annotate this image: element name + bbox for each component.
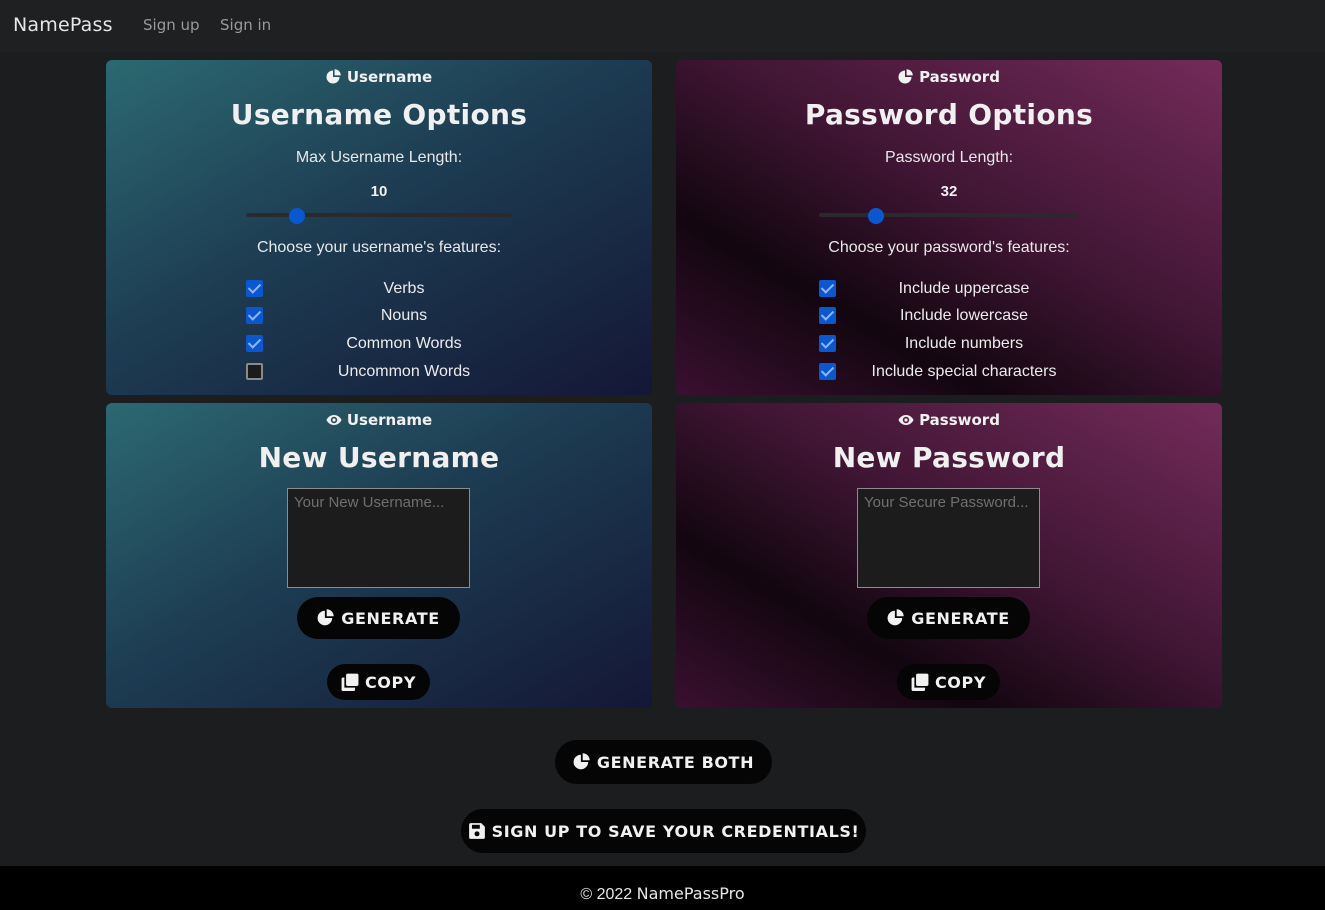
uncommon-words-checkbox[interactable] (246, 363, 263, 380)
copy-icon (341, 673, 359, 691)
password-options-tag-label: Password (919, 68, 1000, 86)
password-length-slider[interactable] (819, 208, 1077, 224)
generate-both-button[interactable]: GENERATE BOTH (555, 740, 772, 784)
lowercase-label: Include lowercase (899, 307, 1029, 324)
generate-username-label: GENERATE (341, 608, 440, 628)
uncommon-words-label: Uncommon Words (337, 363, 471, 380)
common-words-checkbox[interactable] (246, 335, 263, 352)
numbers-checkbox[interactable] (819, 335, 836, 352)
numbers-label: Include numbers (904, 335, 1024, 352)
password-options-card: Password Password Options Password Lengt… (676, 60, 1222, 395)
generate-username-button[interactable]: GENERATE (297, 597, 460, 639)
slider-track[interactable] (819, 213, 1077, 217)
username-options-card: Username Username Options Max Username L… (106, 60, 652, 395)
password-options-title: Password Options (804, 98, 1094, 131)
sign-up-save-button[interactable]: SIGN UP TO SAVE YOUR CREDENTIALS! (461, 809, 866, 853)
verbs-checkbox[interactable] (246, 280, 263, 297)
new-username-output[interactable] (287, 488, 470, 588)
special-characters-label: Include special characters (871, 363, 1057, 380)
copy-username-button[interactable]: COPY (327, 664, 430, 700)
generate-password-label: GENERATE (911, 608, 1010, 628)
username-options-title: Username Options (230, 98, 528, 131)
password-options-tag: Password (676, 68, 1222, 86)
feature-row-special-characters[interactable]: Include special characters (819, 362, 1077, 382)
new-username-tag: Username (106, 411, 652, 429)
new-password-title: New Password (832, 441, 1066, 474)
feature-row-common-words[interactable]: Common Words (246, 334, 522, 354)
username-length-slider[interactable] (246, 208, 512, 224)
nav-sign-up-link[interactable]: Sign up (143, 16, 200, 34)
copy-icon (911, 673, 929, 691)
eye-icon (898, 415, 914, 425)
pie-chart-icon (887, 609, 904, 626)
nouns-checkbox[interactable] (246, 307, 263, 324)
common-words-label: Common Words (346, 335, 462, 352)
copy-password-button[interactable]: COPY (897, 664, 1000, 700)
nav-sign-in-link[interactable]: Sign in (220, 16, 271, 34)
feature-row-nouns[interactable]: Nouns (246, 306, 522, 326)
new-username-card: Username New Username GENERATE COPY (106, 403, 652, 708)
sign-up-save-label: SIGN UP TO SAVE YOUR CREDENTIALS! (491, 821, 860, 841)
username-options-tag-label: Username (346, 68, 433, 86)
slider-thumb[interactable] (288, 208, 305, 224)
copy-password-label: COPY (934, 672, 987, 692)
brand-logo[interactable]: NamePass (13, 14, 113, 36)
navbar: NamePass Sign up Sign in (0, 0, 1325, 52)
footer: © 2022 NamePassPro (0, 866, 1325, 910)
feature-row-uppercase[interactable]: Include uppercase (819, 279, 1077, 299)
feature-row-verbs[interactable]: Verbs (246, 279, 522, 299)
new-password-tag-label: Password (919, 411, 1000, 429)
pie-chart-icon (326, 69, 341, 84)
lowercase-checkbox[interactable] (819, 307, 836, 324)
username-features-label: Choose your username's features: (256, 239, 502, 256)
feature-row-lowercase[interactable]: Include lowercase (819, 306, 1077, 326)
password-length-value: 32 (940, 183, 958, 200)
nouns-label: Nouns (380, 307, 428, 324)
new-password-card: Password New Password GENERATE COPY (676, 403, 1222, 708)
new-username-tag-label: Username (346, 411, 433, 429)
special-characters-checkbox[interactable] (819, 363, 836, 380)
footer-brand: NamePassPro (636, 884, 745, 903)
pie-chart-icon (898, 69, 913, 84)
pie-chart-icon (317, 609, 334, 626)
eye-icon (326, 415, 342, 425)
password-features-label: Choose your password's features: (828, 239, 1070, 256)
verbs-label: Verbs (383, 280, 425, 297)
uppercase-checkbox[interactable] (819, 280, 836, 297)
slider-thumb[interactable] (867, 208, 884, 224)
new-password-tag: Password (676, 411, 1222, 429)
footer-copyright: © 2022 (580, 886, 633, 903)
uppercase-label: Include uppercase (898, 280, 1030, 297)
generate-password-button[interactable]: GENERATE (867, 597, 1030, 639)
feature-row-numbers[interactable]: Include numbers (819, 334, 1077, 354)
pie-chart-icon (573, 753, 590, 770)
footer-text: © 2022 NamePassPro (0, 884, 1325, 904)
max-username-length-label: Max Username Length: (295, 149, 463, 166)
password-length-label: Password Length: (884, 149, 1014, 166)
username-options-tag: Username (106, 68, 652, 86)
feature-row-uncommon-words[interactable]: Uncommon Words (246, 362, 522, 382)
generate-both-label: GENERATE BOTH (596, 752, 755, 772)
slider-track[interactable] (246, 213, 512, 217)
floppy-disk-icon (468, 823, 485, 839)
new-password-output[interactable] (857, 488, 1040, 588)
max-username-length-value: 10 (370, 183, 388, 200)
new-username-title: New Username (258, 441, 500, 474)
copy-username-label: COPY (364, 672, 417, 692)
